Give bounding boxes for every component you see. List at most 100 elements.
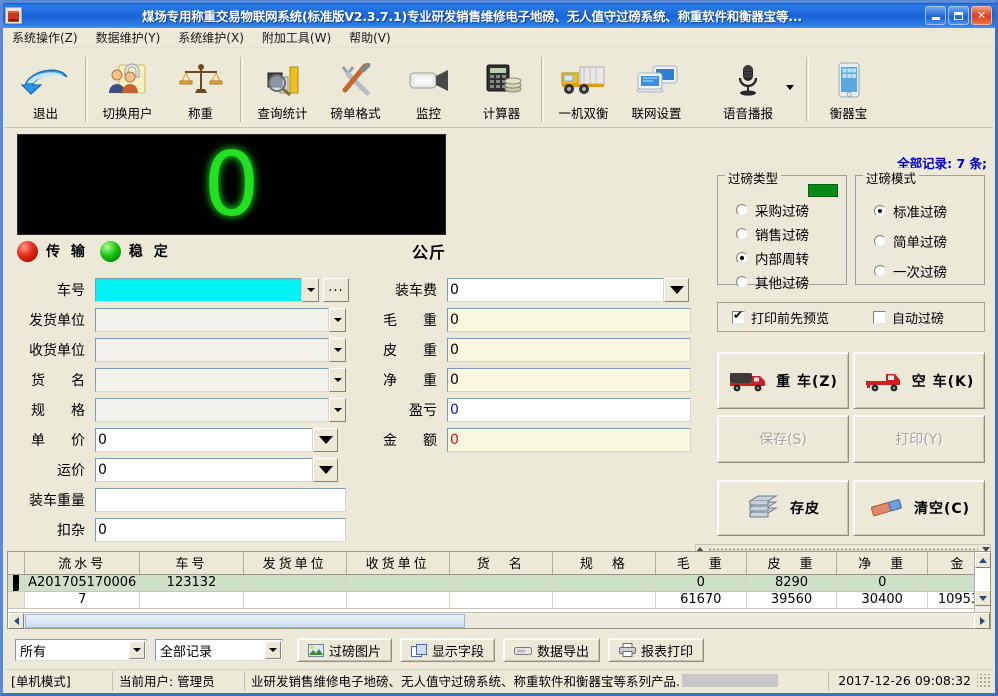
freight-price-dropdown-button[interactable] <box>313 458 338 482</box>
profit-loss-input[interactable]: 0 <box>447 398 691 422</box>
radio-other-weigh[interactable]: 其他过磅 <box>718 270 846 294</box>
weigh-photo-button[interactable]: 过磅图片 <box>297 638 393 662</box>
col-shipper[interactable]: 发货单位 <box>243 552 347 575</box>
toolbar-button-dual-scale[interactable]: 一机双衡 <box>547 52 620 124</box>
table-row[interactable]: 7 61670 39560 30400 10953 <box>8 591 990 609</box>
radio-internal-transfer[interactable]: 内部周转 <box>718 246 846 270</box>
maximize-button[interactable] <box>948 6 969 25</box>
plate-number-dropdown-button[interactable] <box>302 278 319 302</box>
toolbar-button-ticket-format[interactable]: 磅单格式 <box>319 52 392 124</box>
report-print-button[interactable]: 报表打印 <box>608 638 705 662</box>
print-button[interactable]: 打印(Y) <box>853 415 985 463</box>
shipper-input[interactable] <box>95 308 329 332</box>
filter-scope-dropdown-button[interactable] <box>129 641 145 659</box>
toolbar-button-scale-treasure[interactable]: 衡器宝 <box>812 52 885 124</box>
field-label: 盈亏 <box>409 403 437 419</box>
col-spec[interactable]: 规 格 <box>552 552 656 575</box>
empty-truck-button[interactable]: 空 车(K) <box>853 352 985 409</box>
field-row-deduction: 扣杂 0 <box>9 517 346 543</box>
plate-number-browse-button[interactable]: ... <box>323 278 349 302</box>
filter-scope-select[interactable]: 所有 <box>15 639 147 661</box>
freight-price-input[interactable]: 0 <box>95 458 313 482</box>
radio-purchase-weigh[interactable]: 采购过磅 <box>718 198 846 222</box>
switch-user-icon <box>107 58 149 102</box>
resize-grip-icon[interactable] <box>977 673 991 688</box>
radio-single-weigh[interactable]: 一次过磅 <box>856 256 984 286</box>
col-net[interactable]: 净 重 <box>836 552 929 575</box>
shipper-dropdown-button[interactable] <box>329 308 346 332</box>
col-goods[interactable]: 货 名 <box>449 552 553 575</box>
filter-records-dropdown-button[interactable] <box>265 641 281 659</box>
toolbar-button-exit[interactable]: 退出 <box>9 52 82 124</box>
close-button[interactable]: ✕ <box>971 6 992 25</box>
loading-fee-dropdown-button[interactable] <box>664 278 689 302</box>
load-weight-input[interactable] <box>95 488 346 512</box>
records-grid[interactable]: 流水号 车号 发货单位 收货单位 货 名 规 格 毛 重 皮 重 净 重 金 A… <box>7 551 991 629</box>
minimize-button[interactable] <box>925 6 946 25</box>
gross-weight-input[interactable]: 0 <box>447 308 691 332</box>
cell-shipper <box>243 591 347 609</box>
field-label: 收货单位 <box>29 343 85 359</box>
chevron-down-icon[interactable] <box>786 85 794 90</box>
grid-vertical-scrollbar[interactable] <box>974 552 991 612</box>
consignee-input[interactable] <box>95 338 329 362</box>
unit-price-input[interactable]: 0 <box>95 428 313 452</box>
tare-weight-input[interactable]: 0 <box>447 338 691 362</box>
table-row[interactable]: A201705170006 123132 0 8290 0 <box>8 574 990 592</box>
specification-dropdown-button[interactable] <box>329 398 346 422</box>
radio-standard-weigh[interactable]: 标准过磅 <box>856 196 984 226</box>
hscroll-track[interactable] <box>465 613 974 628</box>
loaded-truck-button[interactable]: 重 车(Z) <box>717 352 849 409</box>
radio-sales-weigh[interactable]: 销售过磅 <box>718 222 846 246</box>
field-row-freight-price: 运价 0 <box>9 457 338 483</box>
menu-item-addon-tools[interactable]: 附加工具(W) <box>253 27 340 48</box>
save-button[interactable]: 保存(S) <box>717 415 849 463</box>
chevron-down-icon <box>333 408 342 412</box>
toolbar-button-monitor[interactable]: 监控 <box>392 52 465 124</box>
data-export-button[interactable]: 数据导出 <box>503 638 601 662</box>
grid-horizontal-scrollbar[interactable] <box>8 612 990 629</box>
toolbar-button-query-stats[interactable]: 查询统计 <box>246 52 319 124</box>
checkbox-auto-weigh[interactable]: 自动过磅 <box>873 308 944 327</box>
toolbar-button-network-settings[interactable]: 联网设置 <box>620 52 693 124</box>
goods-name-dropdown-button[interactable] <box>329 368 346 392</box>
toolbar-button-weighing[interactable]: 称重 <box>164 52 237 124</box>
scroll-up-button[interactable] <box>975 552 991 568</box>
col-plate[interactable]: 车号 <box>139 552 244 575</box>
col-consignee[interactable]: 收货单位 <box>346 552 450 575</box>
show-fields-button[interactable]: 显示字段 <box>400 638 496 662</box>
menu-item-data-maintenance[interactable]: 数据维护(Y) <box>87 27 170 48</box>
toolbar-button-voice-broadcast[interactable]: 语音播报 <box>693 52 803 124</box>
checkbox-icon-checked <box>732 309 745 324</box>
amount-input[interactable]: 0 <box>447 428 691 452</box>
filter-records-select[interactable]: 全部记录 <box>155 639 283 661</box>
deduction-input[interactable]: 0 <box>95 518 346 542</box>
consignee-dropdown-button[interactable] <box>329 338 346 362</box>
status-datetime: 2017-12-26 09:08:32 <box>838 673 971 688</box>
scroll-left-button[interactable] <box>8 612 24 629</box>
menu-item-system-maintenance[interactable]: 系统维护(X) <box>169 27 253 48</box>
scroll-right-button[interactable] <box>974 612 990 629</box>
app-icon <box>5 7 22 24</box>
microphone-icon <box>731 58 765 102</box>
hscroll-thumb[interactable] <box>25 613 465 628</box>
toolbar-button-calculator[interactable]: 计算器 <box>465 52 538 124</box>
scroll-down-button[interactable] <box>975 590 991 606</box>
toolbar-button-switch-user[interactable]: 切换用户 <box>91 52 164 124</box>
col-tare[interactable]: 皮 重 <box>746 552 838 575</box>
specification-input[interactable] <box>95 398 329 422</box>
clear-button[interactable]: 清空(C) <box>853 480 985 536</box>
radio-simple-weigh[interactable]: 简单过磅 <box>856 226 984 256</box>
col-gross[interactable]: 毛 重 <box>655 552 747 575</box>
save-tare-button[interactable]: 存皮 <box>717 480 849 536</box>
plate-number-input[interactable] <box>95 278 302 302</box>
col-serial[interactable]: 流水号 <box>24 552 141 575</box>
unit-price-dropdown-button[interactable] <box>313 428 338 452</box>
loading-fee-input[interactable]: 0 <box>447 278 664 302</box>
menu-item-help[interactable]: 帮助(V) <box>340 27 400 48</box>
menu-item-system-ops[interactable]: 系统操作(Z) <box>3 27 87 48</box>
goods-name-input[interactable] <box>95 368 329 392</box>
net-weight-input[interactable]: 0 <box>447 368 691 392</box>
checkbox-print-preview[interactable]: 打印前先预览 <box>732 308 829 327</box>
columns-icon <box>411 643 428 657</box>
